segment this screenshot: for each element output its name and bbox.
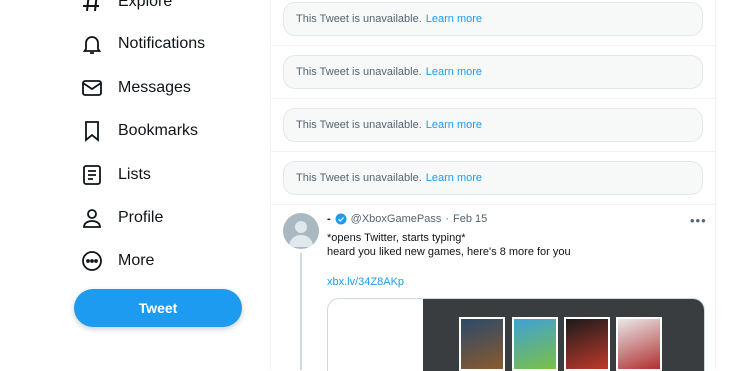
row-separator	[271, 98, 715, 99]
tweet-text-line: heard you liked new games, here's 8 more…	[327, 246, 571, 258]
unavailable-text: This Tweet is unavailable.	[296, 172, 422, 184]
row-separator	[271, 204, 715, 205]
unavailable-text: This Tweet is unavailable.	[296, 119, 422, 131]
tweet-header: - @XboxGamePass · Feb 15	[327, 213, 487, 225]
unavailable-tweet-notice: This Tweet is unavailable. Learn more	[283, 2, 703, 36]
sidebar-item-label: Bookmarks	[118, 122, 199, 139]
list-icon	[83, 165, 101, 185]
column-divider	[715, 0, 716, 370]
learn-more-link[interactable]: Learn more	[426, 66, 482, 78]
sidebar-item-notifications[interactable]: Notifications	[80, 29, 205, 59]
sidebar-item-lists[interactable]: Lists	[80, 160, 151, 190]
tweet-text-line: *opens Twitter, starts typing*	[327, 232, 466, 244]
game-cover	[564, 317, 610, 371]
unavailable-text: This Tweet is unavailable.	[296, 66, 422, 78]
row-separator	[271, 151, 715, 152]
hashtag-icon	[83, 0, 99, 12]
column-divider	[270, 0, 271, 370]
bookmark-icon	[85, 121, 99, 142]
sidebar-item-label: Lists	[118, 166, 151, 183]
learn-more-link[interactable]: Learn more	[426, 172, 482, 184]
more-circle-icon	[82, 251, 102, 271]
tweet-button[interactable]: Tweet	[74, 289, 242, 327]
author-name[interactable]: -	[327, 213, 331, 225]
unavailable-tweet-notice: This Tweet is unavailable. Learn more	[283, 108, 703, 142]
tweet-date[interactable]: Feb 15	[453, 213, 487, 225]
tweet-link[interactable]: xbx.lv/34Z8AKp	[327, 276, 404, 288]
default-avatar-icon	[289, 221, 313, 247]
tweet-media[interactable]: CLOUD CONSOLE CONSOLE CONSOLE + PC	[327, 298, 705, 371]
unavailable-tweet-notice: This Tweet is unavailable. Learn more	[283, 55, 703, 89]
author-handle[interactable]: @XboxGamePass	[351, 213, 442, 225]
media-image: CLOUD CONSOLE CONSOLE CONSOLE + PC	[423, 299, 704, 371]
sidebar-item-label: Notifications	[118, 35, 206, 52]
unavailable-tweet-notice: This Tweet is unavailable. Learn more	[283, 161, 703, 195]
sidebar-item-label: Explore	[118, 0, 173, 10]
sidebar-item-explore[interactable]: Explore	[80, 0, 172, 17]
sidebar-item-messages[interactable]: Messages	[80, 73, 191, 103]
person-icon	[83, 209, 101, 228]
sidebar-item-label: Profile	[118, 209, 164, 226]
sidebar-item-profile[interactable]: Profile	[80, 203, 163, 233]
game-cover	[512, 317, 558, 371]
game-cover	[459, 317, 505, 371]
verified-badge-icon	[335, 213, 347, 225]
avatar[interactable]	[283, 213, 319, 249]
sidebar-item-bookmarks[interactable]: Bookmarks	[80, 116, 198, 146]
sidebar-item-more[interactable]: More	[80, 246, 154, 276]
thread-line	[300, 253, 302, 370]
sidebar: Explore Notifications Messages Bookmarks…	[0, 0, 270, 370]
sidebar-item-label: More	[118, 252, 155, 269]
envelope-icon	[82, 80, 102, 96]
learn-more-link[interactable]: Learn more	[426, 119, 482, 131]
learn-more-link[interactable]: Learn more	[426, 13, 482, 25]
meta-separator: ·	[445, 213, 449, 225]
sidebar-item-label: Messages	[118, 79, 191, 96]
row-separator	[271, 45, 715, 46]
more-options-icon[interactable]: •••	[690, 213, 707, 228]
bell-icon	[82, 36, 102, 54]
unavailable-text: This Tweet is unavailable.	[296, 13, 422, 25]
game-cover	[616, 317, 662, 371]
